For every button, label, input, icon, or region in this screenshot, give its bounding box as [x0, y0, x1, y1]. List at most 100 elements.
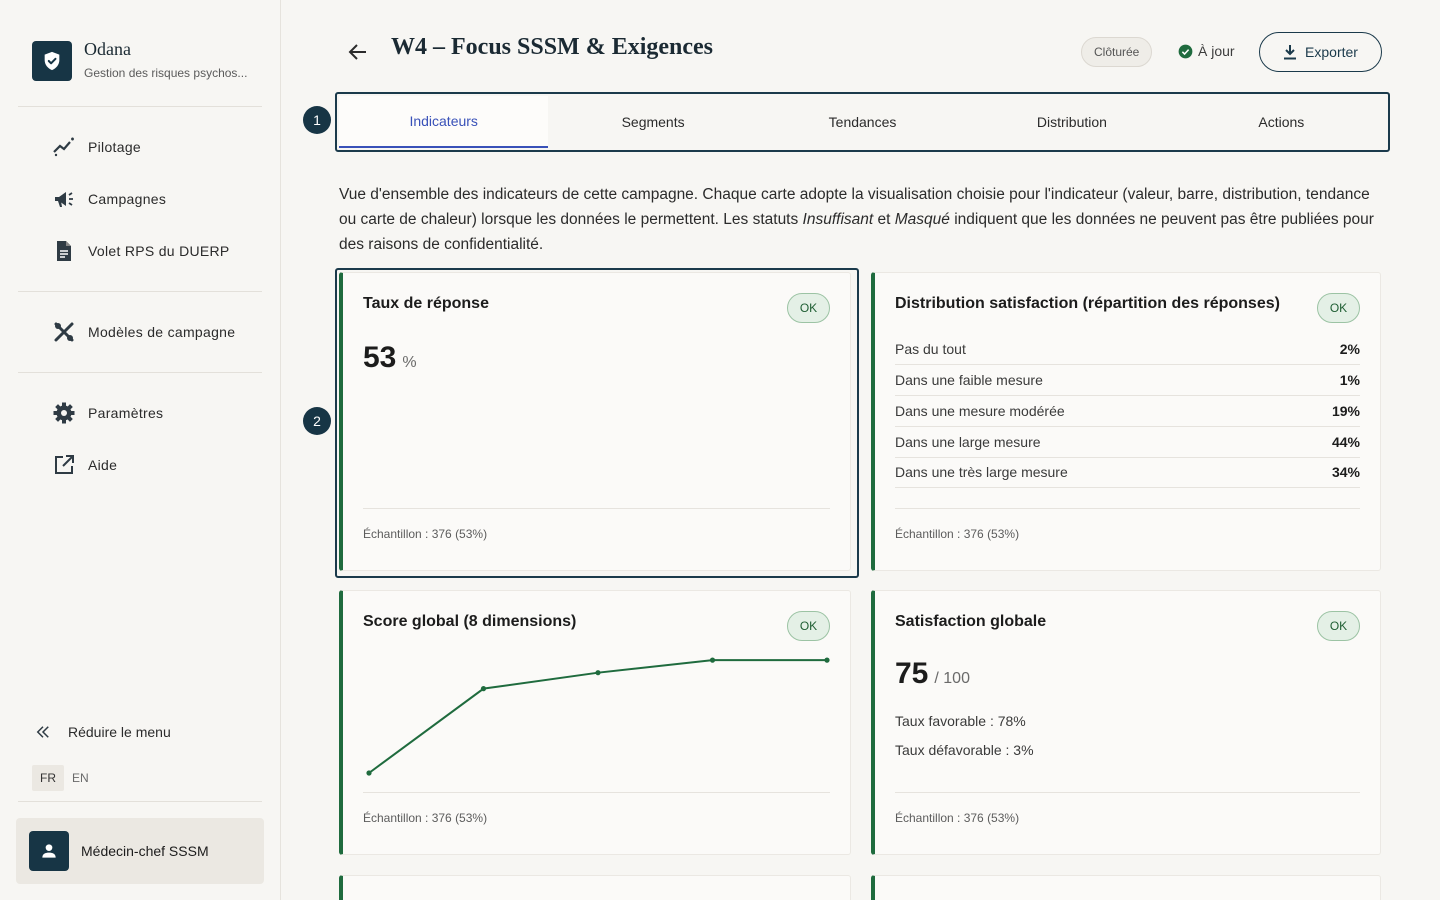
sample-info: Échantillon : 376 (53%): [363, 792, 830, 825]
row-value: 44%: [1331, 434, 1360, 450]
distribution-row: Dans une mesure modérée 19%: [895, 396, 1360, 427]
sidebar-item-pilotage[interactable]: Pilotage: [52, 135, 141, 159]
sidebar-item-parametres[interactable]: Paramètres: [52, 401, 163, 425]
sidebar-item-modeles[interactable]: Modèles de campagne: [52, 320, 235, 344]
collapse-menu-button[interactable]: Réduire le menu: [34, 723, 171, 741]
double-chevron-left-icon: [36, 726, 49, 738]
data-point: [480, 686, 487, 692]
tab-distribution[interactable]: Distribution: [967, 96, 1176, 148]
row-value: 19%: [1331, 403, 1360, 419]
data-point: [824, 657, 830, 663]
chart-line-icon: [53, 137, 74, 157]
distribution-row: Dans une faible mesure 1%: [895, 365, 1360, 396]
download-icon: [1284, 45, 1297, 60]
back-button[interactable]: [346, 40, 370, 69]
shield-logo-icon: [32, 41, 72, 81]
card-next-left[interactable]: [339, 875, 851, 900]
data-point: [595, 670, 601, 676]
megaphone-icon: [55, 192, 73, 207]
card-title: Distribution satisfaction (répartition d…: [895, 295, 1280, 312]
card-satisfaction[interactable]: Satisfaction globale OK 75 / 100 Taux fav…: [871, 590, 1381, 855]
value: 75: [895, 657, 929, 690]
tab-tendances[interactable]: Tendances: [758, 96, 967, 148]
line-chart: [366, 657, 830, 776]
sidebar-item-label: Modèles de campagne: [88, 324, 236, 340]
sidebar-item-duerp[interactable]: Volet RPS du DUERP: [52, 239, 230, 263]
export-label: Exporter: [1305, 44, 1358, 60]
card-distribution[interactable]: Distribution satisfaction (répartition d…: [871, 272, 1381, 571]
sidebar-item-aide[interactable]: Aide: [52, 453, 117, 477]
tab-indicateurs[interactable]: Indicateurs: [339, 96, 549, 148]
brand[interactable]: Odana Gestion des risques psychos...: [32, 39, 248, 81]
page-title: W4 – Focus SSSM & Exigences: [391, 34, 714, 60]
app-subtitle: Gestion des risques psychos...: [84, 66, 248, 80]
card-response-rate[interactable]: Taux de réponse OK 53% Échantillon : 376…: [339, 272, 851, 571]
sidebar-item-label: Aide: [88, 457, 118, 473]
collapse-menu-label: Réduire le menu: [68, 724, 171, 740]
row-value: 1%: [1339, 372, 1360, 388]
sample-info: Échantillon : 376 (53%): [363, 508, 830, 541]
intro-text: Vue d'ensemble des indicateurs de cette …: [339, 182, 1379, 257]
row-label: Dans une large mesure: [895, 434, 1041, 450]
user-menu[interactable]: Médecin-chef SSSM: [16, 818, 264, 884]
row-value: 2%: [1339, 341, 1360, 357]
divider: [18, 801, 262, 802]
row-label: Pas du tout: [895, 341, 966, 357]
card-title: Satisfaction globale: [895, 613, 1047, 630]
data-point: [709, 657, 716, 663]
sidebar-item-label: Volet RPS du DUERP: [88, 243, 230, 259]
sync-status-label: À jour: [1198, 43, 1235, 59]
tools-icon: [54, 322, 74, 342]
status-masque: Masqué: [894, 211, 950, 228]
card-global-score[interactable]: Score global (8 dimensions) OK Échantill…: [339, 590, 851, 855]
app-name: Odana: [84, 39, 131, 59]
status-badge: OK: [787, 611, 830, 641]
sidebar-item-label: Campagnes: [88, 191, 167, 207]
distribution-row: Pas du tout 2%: [895, 334, 1360, 365]
divider: [18, 106, 262, 107]
sidebar-item-campagnes[interactable]: Campagnes: [52, 187, 166, 211]
unfavorable-rate: Taux défavorable : 3%: [895, 742, 1034, 758]
user-name: Médecin-chef SSSM: [81, 843, 209, 859]
response-rate-value: 53%: [363, 341, 417, 375]
sync-status: À jour: [1178, 43, 1235, 59]
favorable-rate: Taux favorable : 78%: [895, 713, 1026, 729]
satisfaction-value: 75 / 100: [895, 657, 970, 691]
row-label: Dans une mesure modérée: [895, 403, 1065, 419]
intro-text-2: et: [873, 211, 895, 228]
step-marker: 2: [303, 407, 331, 435]
series-line: [368, 659, 827, 774]
avatar: [29, 831, 69, 871]
sidebar-item-label: Paramètres: [88, 405, 164, 421]
external-link-icon: [55, 455, 74, 474]
distribution-row: Dans une large mesure 44%: [895, 427, 1360, 458]
sample-info: Échantillon : 376 (53%): [895, 508, 1360, 541]
card-title: Taux de réponse: [363, 295, 489, 312]
export-button[interactable]: Exporter: [1259, 32, 1382, 72]
lang-fr[interactable]: FR: [32, 765, 64, 791]
gear-icon: [53, 402, 75, 424]
step-marker: 1: [303, 106, 331, 134]
card-next-right[interactable]: [871, 875, 1381, 900]
arrow-left-icon: [348, 44, 366, 60]
unit: / 100: [934, 670, 970, 687]
tab-bar: Indicateurs Segments Tendances Distribut…: [335, 92, 1390, 152]
sample-info: Échantillon : 376 (53%): [895, 792, 1360, 825]
tab-segments[interactable]: Segments: [548, 96, 757, 148]
divider: [18, 291, 262, 292]
lang-en[interactable]: EN: [64, 765, 97, 791]
status-badge: OK: [1317, 611, 1360, 641]
row-label: Dans une très large mesure: [895, 464, 1068, 480]
divider: [18, 372, 262, 373]
value: 53: [363, 341, 397, 374]
tab-actions[interactable]: Actions: [1177, 96, 1386, 148]
data-point: [366, 770, 372, 776]
unit: %: [402, 354, 417, 371]
status-badge: OK: [787, 293, 830, 323]
sidebar-item-label: Pilotage: [88, 139, 141, 155]
row-label: Dans une faible mesure: [895, 372, 1043, 388]
card-title: Score global (8 dimensions): [363, 613, 577, 630]
status-badge: Clôturée: [1081, 37, 1153, 67]
row-value: 34%: [1331, 464, 1360, 480]
distribution-row: Dans une très large mesure 34%: [895, 457, 1360, 488]
